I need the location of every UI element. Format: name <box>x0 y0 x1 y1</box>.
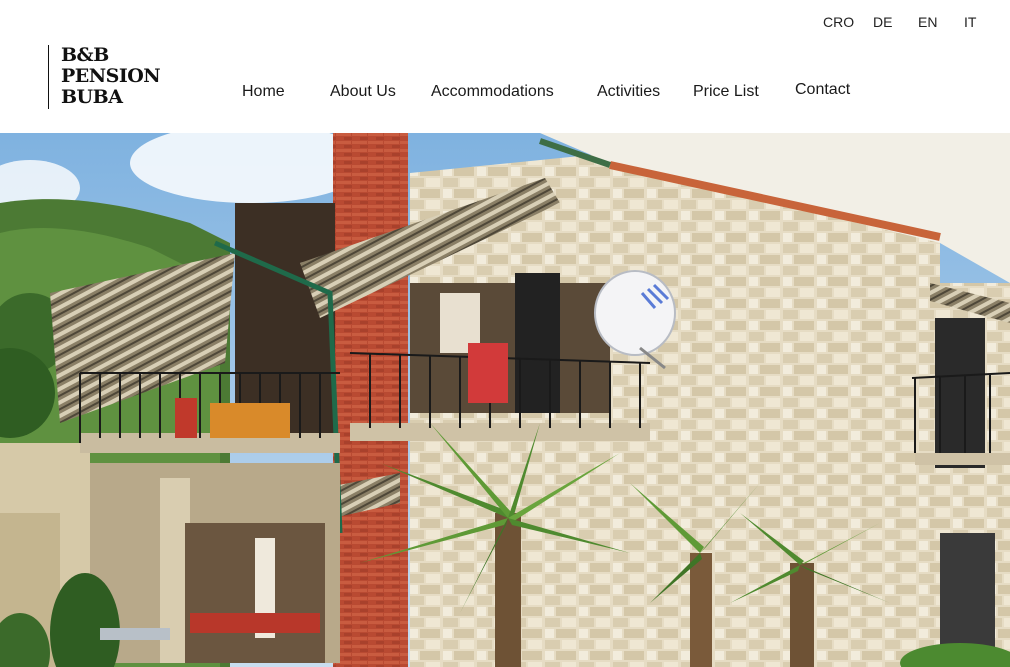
hero-image <box>0 133 1010 667</box>
nav-contact[interactable]: Contact <box>795 81 850 99</box>
main-nav: Home About Us Accommodations Activities … <box>0 80 1010 104</box>
right-window <box>935 318 985 468</box>
nav-activities[interactable]: Activities <box>597 83 660 101</box>
nav-home[interactable]: Home <box>242 83 285 101</box>
lang-de-link[interactable]: DE <box>873 14 892 30</box>
logo-line-1: B&B <box>61 44 109 66</box>
lang-en-link[interactable]: EN <box>918 14 937 30</box>
lang-cro-link[interactable]: CRO <box>823 14 854 30</box>
lang-it-link[interactable]: IT <box>964 14 976 30</box>
language-switcher: CRO DE EN IT <box>0 14 1010 34</box>
nav-price-list[interactable]: Price List <box>693 83 759 101</box>
nav-accommodations[interactable]: Accommodations <box>431 83 554 101</box>
hero-illustration <box>0 133 1010 667</box>
site-header: CRO DE EN IT B&B PENSION BUBA Home About… <box>0 0 1010 133</box>
nav-about-us[interactable]: About Us <box>330 83 396 101</box>
